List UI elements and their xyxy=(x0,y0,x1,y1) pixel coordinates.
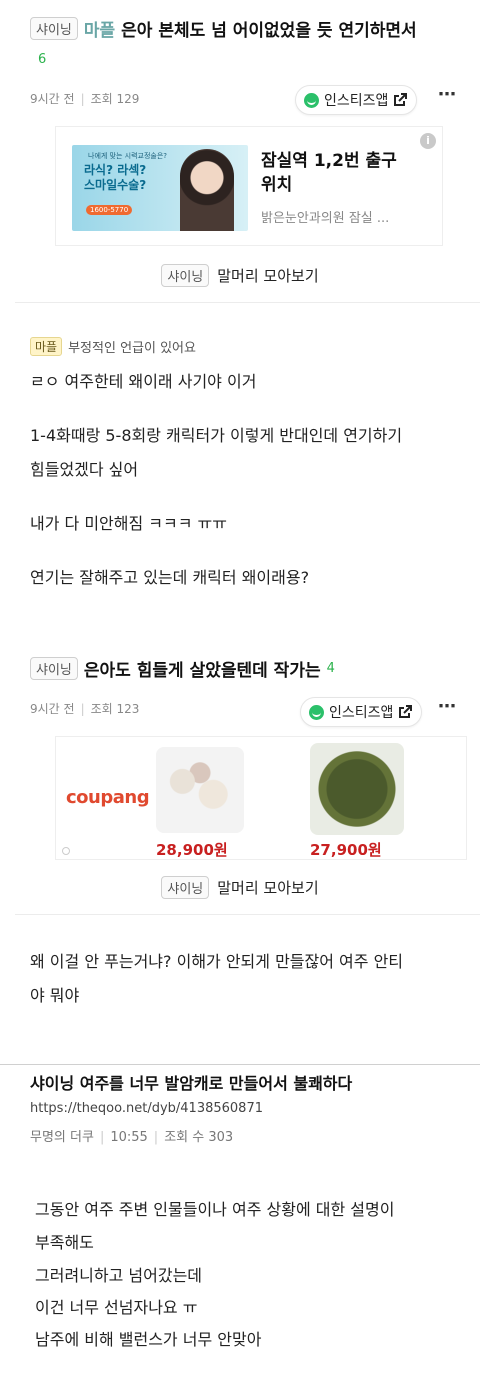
post1-collect-tag: 샤이닝 xyxy=(161,263,210,287)
product-image-1[interactable] xyxy=(156,747,244,833)
post1-line-4: 내가 다 미안해짐 ㅋㅋㅋ ㅠㅠ xyxy=(30,514,227,533)
post2-ad[interactable]: coupang 28,900원 27,900원 xyxy=(55,736,467,860)
post3-top-border xyxy=(0,1064,480,1065)
instiz-smile-icon xyxy=(304,92,319,108)
post1-app-button[interactable]: 인스티즈앱 xyxy=(295,85,418,115)
post2-line-2: 야 뭐야 xyxy=(30,986,80,1005)
post1-title[interactable]: 은아 본체도 넘 어이없었을 듯 연기하면서 xyxy=(121,16,416,41)
post1-ad-banner-top: 나에게 맞는 시력교정술은? xyxy=(88,152,168,160)
post1-ad-banner-phone: 1600-5770 xyxy=(86,205,133,215)
post2-views: 조회 123 xyxy=(90,702,140,716)
post1-line-5: 연기는 잘해주고 있는데 캐릭터 왜이래용? xyxy=(30,568,310,587)
post3-line-4: 이건 너무 선넘자나요 ㅠ xyxy=(35,1298,198,1317)
external-link-icon xyxy=(399,705,413,718)
post3-url[interactable]: https://theqoo.net/dyb/4138560871 xyxy=(30,1101,263,1116)
post1-collect-label: 말머리 모아보기 xyxy=(217,266,319,285)
post3-line-3: 그러려니하고 넘어갔는데 xyxy=(35,1266,203,1285)
post3-title[interactable]: 샤이닝 여주를 너무 발암캐로 만들어서 불쾌하다 xyxy=(30,1070,352,1094)
post3-line-2: 부족해도 xyxy=(35,1233,94,1252)
post1-time: 9시간 전 xyxy=(30,92,75,106)
instiz-smile-icon xyxy=(309,704,324,720)
coupang-logo[interactable]: coupang xyxy=(66,787,150,808)
post1-views: 조회 129 xyxy=(90,92,140,106)
post2-app-label: 인스티즈앱 xyxy=(329,705,394,721)
post2-collect-tag: 샤이닝 xyxy=(161,875,210,899)
product-image-2[interactable] xyxy=(310,743,404,835)
post1-ad-banner[interactable]: 나에게 맞는 시력교정술은? 라식? 라섹? 스마일수술? 1600-5770 xyxy=(72,145,248,231)
ad-logo-icon xyxy=(62,847,70,855)
post2-category-tag[interactable]: 샤이닝 xyxy=(30,656,78,680)
post1-prefix: 마플 xyxy=(83,20,116,41)
post2-collect-label: 말머리 모아보기 xyxy=(217,878,319,897)
post2-comment-count[interactable]: 4 xyxy=(327,661,335,676)
post1-category-tag[interactable]: 샤이닝 xyxy=(30,16,78,40)
post2-collect-button[interactable]: 샤이닝 말머리 모아보기 xyxy=(0,874,480,900)
post1-note-text: 부정적인 언급이 있어요 xyxy=(68,341,196,356)
product-price-2: 27,900원 xyxy=(310,841,382,859)
external-link-icon xyxy=(394,93,408,106)
post3-line-5: 남주에 비해 밸런스가 너무 안맞아 xyxy=(35,1330,262,1349)
post1-title-row[interactable]: 샤이닝 마플 은아 본체도 넘 어이없었을 듯 연기하면서 xyxy=(30,14,480,42)
info-icon[interactable]: i xyxy=(420,133,436,149)
post2-divider xyxy=(15,914,480,915)
post1-more-dots-icon[interactable]: ⋯ xyxy=(438,84,457,105)
post2-app-button[interactable]: 인스티즈앱 xyxy=(300,697,423,727)
post1-app-label: 인스티즈앱 xyxy=(324,93,389,109)
post1-ad-subtitle: 밝은눈안과의원 잠실 ... xyxy=(261,211,390,226)
post3-time: 10:55 xyxy=(110,1130,148,1145)
post1-comment-count[interactable]: 6 xyxy=(38,52,46,67)
post3-author[interactable]: 무명의 더쿠 xyxy=(30,1130,94,1145)
post1-note: 마플 부정적인 언급이 있어요 xyxy=(30,337,196,356)
post1-line-2: 1-4화때랑 5-8회랑 캐릭터가 이렇게 반대인데 연기하기 xyxy=(30,426,403,445)
post3-line-1: 그동안 여주 주변 인물들이나 여주 상황에 대한 설명이 xyxy=(35,1200,395,1219)
post2-title[interactable]: 은아도 힘들게 살았을텐데 작가는 xyxy=(84,656,321,681)
ad-model-photo xyxy=(180,149,234,231)
post2-meta: 9시간 전 | 조회 123 xyxy=(30,702,140,716)
post3-views: 조회 수 303 xyxy=(164,1130,234,1145)
post1-ad[interactable]: 나에게 맞는 시력교정술은? 라식? 라섹? 스마일수술? 1600-5770 … xyxy=(55,126,443,246)
post1-note-tag: 마플 xyxy=(30,337,63,356)
post3-meta: 무명의 더쿠 | 10:55 | 조회 수 303 xyxy=(30,1130,234,1145)
post1-collect-button[interactable]: 샤이닝 말머리 모아보기 xyxy=(0,262,480,288)
post2-title-row[interactable]: 샤이닝 은아도 힘들게 살았을텐데 작가는 4 xyxy=(30,654,480,682)
post1-meta: 9시간 전 | 조회 129 xyxy=(30,92,140,106)
post2-time: 9시간 전 xyxy=(30,702,75,716)
product-price-1: 28,900원 xyxy=(156,841,228,859)
post1-line-1: ㄹㅇ 여주한테 왜이래 사기야 이거 xyxy=(30,372,257,391)
post1-line-3: 힘들었겠다 싶어 xyxy=(30,460,139,479)
post2-line-1: 왜 이걸 안 푸는거냐? 이해가 안되게 만들잖어 여주 안티 xyxy=(30,952,404,971)
post1-ad-title[interactable]: 잠실역 1,2번 출구 위치 xyxy=(261,149,411,197)
post1-ad-banner-main: 라식? 라섹? 스마일수술? xyxy=(84,163,147,192)
post1-divider xyxy=(15,302,480,303)
post2-more-dots-icon[interactable]: ⋯ xyxy=(438,696,457,717)
